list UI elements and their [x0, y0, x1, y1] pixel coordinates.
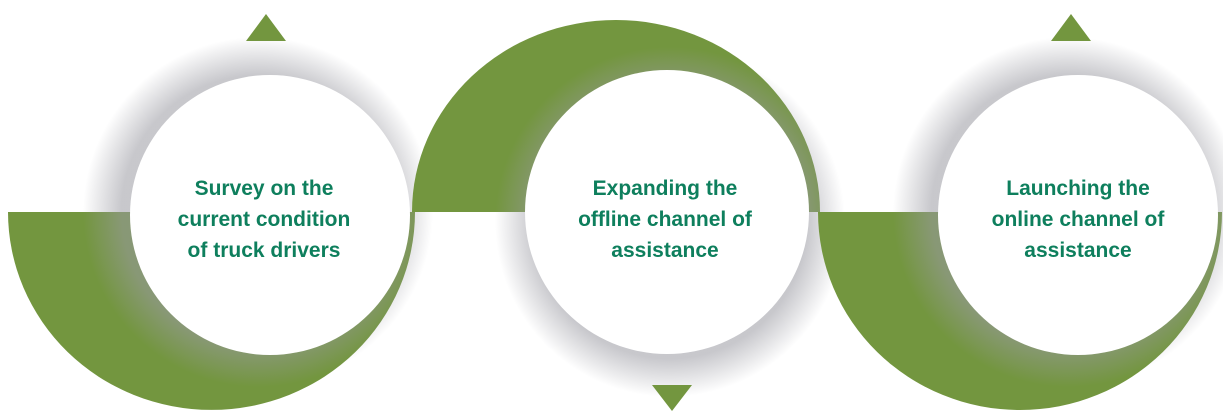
step-1-arrow-up-icon [246, 14, 286, 41]
step-2-arrow-down-icon [652, 385, 692, 411]
step-2-label: Expanding the offline channel of assista… [578, 177, 752, 262]
step-1-label: Survey on the current condition of truck… [177, 177, 351, 262]
step-3-label: Launching the online channel of assistan… [991, 177, 1165, 262]
step-3-arrow-up-icon [1051, 14, 1091, 41]
